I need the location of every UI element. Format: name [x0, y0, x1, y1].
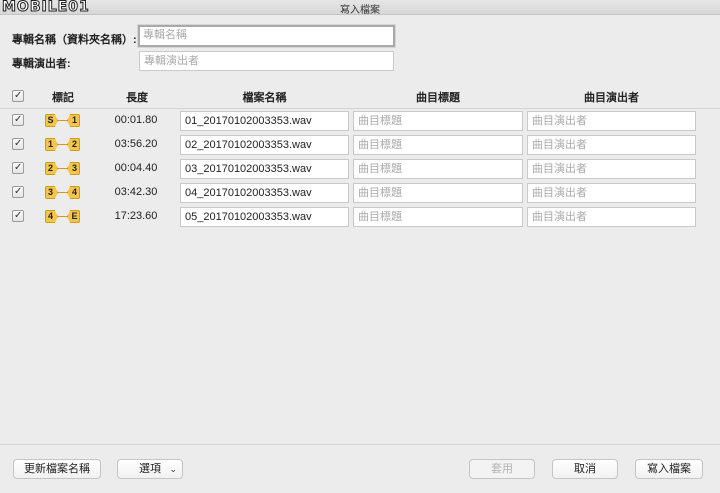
song-artist-input[interactable]: 曲目演出者 — [527, 207, 696, 227]
song-artist-input[interactable]: 曲目演出者 — [527, 111, 696, 131]
row-checkbox[interactable] — [12, 186, 24, 198]
filename-input[interactable]: 05_20170102003353.wav — [180, 207, 349, 227]
footer-divider — [0, 444, 720, 445]
song-artist-input[interactable]: 曲目演出者 — [527, 159, 696, 179]
filename-input[interactable]: 02_20170102003353.wav — [180, 135, 349, 155]
column-header-filename: 檔案名稱 — [242, 92, 287, 104]
options-dropdown[interactable]: 選項 ⌄ — [117, 459, 183, 479]
marker-connector — [57, 216, 68, 217]
marker-end-tag: 4 — [67, 186, 80, 199]
cancel-button[interactable]: 取消 — [552, 459, 618, 479]
marker-connector — [57, 192, 68, 193]
album-artist-label: 專輯演出者: — [12, 58, 71, 70]
header-divider — [0, 108, 720, 109]
track-length: 03:56.20 — [114, 138, 158, 150]
marker-connector — [57, 168, 68, 169]
row-checkbox[interactable] — [12, 114, 24, 126]
marker-range: 3 4 — [45, 186, 81, 200]
column-header-song-title: 曲目標題 — [416, 92, 460, 104]
row-checkbox[interactable] — [12, 210, 24, 222]
column-header-song-artist: 曲目演出者 — [584, 92, 639, 104]
column-header-mark: 標記 — [52, 92, 74, 104]
album-name-label: 專輯名稱（資料夾名稱）: — [12, 34, 137, 46]
select-all-checkbox[interactable] — [12, 90, 24, 102]
song-title-input[interactable]: 曲目標題 — [353, 207, 523, 227]
window-title: 寫入檔案 — [340, 5, 380, 16]
track-length: 00:04.40 — [114, 162, 158, 174]
apply-button[interactable]: 套用 — [469, 459, 535, 479]
filename-input[interactable]: 03_20170102003353.wav — [180, 159, 349, 179]
marker-connector — [57, 144, 68, 145]
marker-range: S 1 — [45, 114, 81, 128]
marker-range: 2 3 — [45, 162, 81, 176]
track-length: 17:23.60 — [114, 210, 158, 222]
update-filenames-button[interactable]: 更新檔案名稱 — [13, 459, 101, 479]
marker-end-tag: 3 — [67, 162, 80, 175]
row-checkbox[interactable] — [12, 162, 24, 174]
album-name-input[interactable]: 專輯名稱 — [138, 25, 395, 47]
song-title-input[interactable]: 曲目標題 — [353, 159, 523, 179]
marker-range: 1 2 — [45, 138, 81, 152]
marker-connector — [57, 120, 68, 121]
chevron-down-icon: ⌄ — [169, 464, 177, 474]
marker-range: 4 E — [45, 210, 81, 224]
row-checkbox[interactable] — [12, 138, 24, 150]
song-title-input[interactable]: 曲目標題 — [353, 135, 523, 155]
track-length: 03:42.30 — [114, 186, 158, 198]
song-title-input[interactable]: 曲目標題 — [353, 111, 523, 131]
marker-end-tag: 2 — [67, 138, 80, 151]
track-length: 00:01.80 — [114, 114, 158, 126]
write-files-button[interactable]: 寫入檔案 — [635, 459, 703, 479]
song-title-input[interactable]: 曲目標題 — [353, 183, 523, 203]
filename-input[interactable]: 04_20170102003353.wav — [180, 183, 349, 203]
filename-input[interactable]: 01_20170102003353.wav — [180, 111, 349, 131]
song-artist-input[interactable]: 曲目演出者 — [527, 183, 696, 203]
column-header-length: 長度 — [126, 92, 148, 104]
marker-end-tag: E — [67, 210, 80, 223]
song-artist-input[interactable]: 曲目演出者 — [527, 135, 696, 155]
options-label: 選項 — [139, 463, 161, 475]
album-artist-input[interactable]: 專輯演出者 — [139, 51, 394, 71]
title-bar: MOBILE01 寫入檔案 — [0, 0, 720, 16]
marker-end-tag: 1 — [67, 114, 80, 127]
